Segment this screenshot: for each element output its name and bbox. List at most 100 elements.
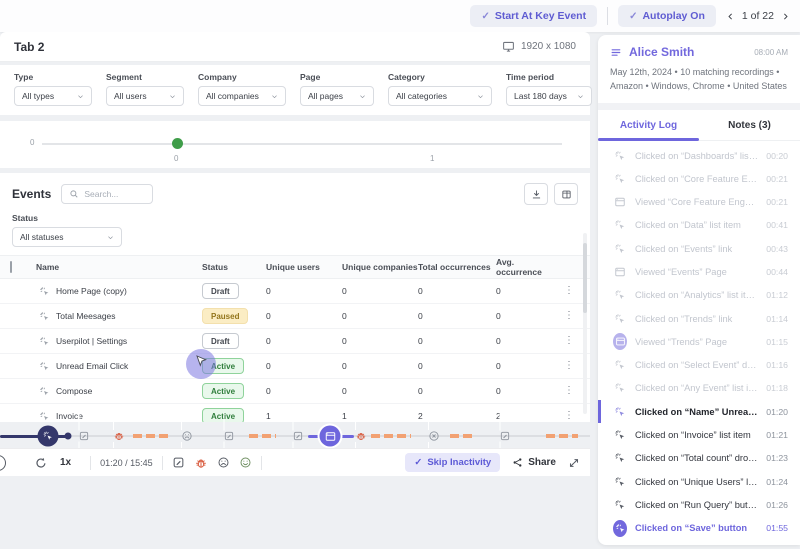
chart-baseline [42, 143, 562, 145]
activity-label: Clicked on “Analytics” list item [635, 290, 758, 300]
manage-columns-button[interactable] [554, 183, 578, 205]
activity-label: Clicked on “Save” button [635, 523, 758, 533]
session-list-icon[interactable] [610, 46, 623, 59]
activity-log-item[interactable]: Viewed “Events” Page 00:44 [598, 260, 800, 283]
previous-recording-icon[interactable] [726, 12, 735, 21]
table-row[interactable]: Compose Active 0 0 0 0 ⋮ [0, 379, 590, 404]
skip-inactivity-toggle[interactable]: ✓ Skip Inactivity [405, 453, 500, 472]
playback-timeline[interactable] [0, 424, 590, 448]
category-select[interactable]: All categories [388, 86, 492, 106]
current-event-marker[interactable] [320, 426, 341, 447]
unique-companies-value: 0 [342, 311, 418, 321]
cursor-click-icon [613, 172, 627, 186]
replay-10s-button[interactable] [34, 456, 48, 470]
row-menu-button[interactable]: ⋮ [558, 361, 580, 371]
column-name: Name [36, 262, 202, 272]
table-row[interactable]: Home Page (copy) Draft 0 0 0 0 ⋮ [0, 279, 590, 304]
time-period-select[interactable]: Last 180 days [506, 86, 592, 106]
check-icon: ✓ [414, 457, 422, 468]
row-menu-button[interactable]: ⋮ [558, 286, 580, 296]
activity-log-item[interactable]: Clicked on “Data” list item 00:41 [598, 214, 800, 237]
data-point-marker[interactable] [172, 138, 183, 149]
session-start-time: 08:00 AM [754, 48, 788, 57]
activity-log-item[interactable]: Clicked on “Select Event” dropdown 01:16 [598, 354, 800, 377]
row-menu-button[interactable]: ⋮ [558, 411, 580, 421]
unique-users-value: 0 [266, 361, 342, 371]
page-view-icon [613, 195, 627, 209]
start-at-key-event-button[interactable]: ✓ Start At Key Event [470, 5, 597, 27]
select-all-checkbox[interactable] [10, 261, 12, 273]
playhead-marker[interactable] [38, 426, 59, 447]
tab-activity-log[interactable]: Activity Log [598, 110, 699, 140]
select-value: All statuses [20, 232, 63, 242]
activity-log-item[interactable]: Viewed “Core Feature Engagment” 00:21 [598, 190, 800, 213]
table-row[interactable]: Userpilot | Settings Draft 0 0 0 0 ⋮ [0, 329, 590, 354]
activity-timestamp: 01:24 [766, 477, 788, 487]
activity-timestamp: 01:21 [766, 430, 788, 440]
row-menu-button[interactable]: ⋮ [558, 311, 580, 321]
errors-toggle-button[interactable] [194, 456, 208, 470]
segment-select[interactable]: All users [106, 86, 184, 106]
events-search[interactable] [61, 184, 153, 204]
page-select[interactable]: All pages [300, 86, 374, 106]
filter-label: Page [300, 72, 374, 82]
next-recording-icon[interactable] [781, 12, 790, 21]
activity-log-item[interactable]: Clicked on “Any Event” list item 01:18 [598, 377, 800, 400]
columns-icon [561, 189, 572, 200]
type-select[interactable]: All types [14, 86, 92, 106]
status-filter: Status All statuses [0, 211, 590, 255]
table-row[interactable]: Total Meesages Paused 0 0 0 0 ⋮ [0, 304, 590, 329]
event-dot-marker[interactable] [65, 433, 72, 440]
activity-label: Clicked on “Trends” link [635, 314, 758, 324]
total-occurrences-value: 0 [418, 336, 496, 346]
activity-log-item[interactable]: Clicked on “Unique Users” list item 01:2… [598, 470, 800, 493]
cursor-click-icon [613, 428, 627, 442]
user-name-link[interactable]: Alice Smith [629, 45, 748, 59]
activity-log-item-current[interactable]: Clicked on “Name” Unread Email C... 01:2… [598, 400, 800, 423]
fullscreen-button[interactable] [568, 457, 580, 469]
tab-notes[interactable]: Notes (3) [699, 110, 800, 140]
activity-log-item[interactable]: Clicked on “Core Feature Engagem... 00:2… [598, 167, 800, 190]
filter-label: Type [14, 72, 92, 82]
event-name: Home Page (copy) [56, 286, 127, 296]
search-input[interactable] [84, 189, 144, 199]
select-value: All users [114, 91, 147, 101]
row-menu-button[interactable]: ⋮ [558, 386, 580, 396]
table-scrollbar[interactable] [583, 233, 587, 414]
filter-company: Company All companies [198, 72, 286, 106]
delight-toggle-button[interactable] [239, 456, 252, 469]
inactivity-segment [249, 434, 276, 438]
table-row[interactable]: Unread Email Click Active 0 0 0 0 ⋮ [0, 354, 590, 379]
activity-log-item[interactable]: Viewed “Trends” Page 01:15 [598, 330, 800, 353]
sidebar-tabs: Activity Log Notes (3) [598, 110, 800, 141]
status-select[interactable]: All statuses [12, 227, 122, 247]
activity-log-item[interactable]: Clicked on “Save” button 01:55 [598, 517, 800, 540]
activity-log-item[interactable]: Clicked on “Run Query” button 01:26 [598, 493, 800, 516]
add-note-button[interactable] [172, 456, 185, 469]
activity-log-item[interactable]: Clicked on “Total count” dropdown 01:23 [598, 447, 800, 470]
share-button[interactable]: Share [512, 457, 556, 468]
status-badge: Draft [202, 283, 239, 299]
activity-log-item[interactable]: Clicked on “Trends” link 01:14 [598, 307, 800, 330]
top-toolbar: ✓ Start At Key Event ✓ Autoplay On 1 of … [0, 0, 800, 32]
autoplay-toggle-button[interactable]: ✓ Autoplay On [618, 5, 716, 27]
row-menu-button[interactable]: ⋮ [558, 336, 580, 346]
inactivity-segment [371, 434, 411, 438]
cursor-click-icon [613, 149, 627, 163]
activity-label: Clicked on “Total count” dropdown [635, 453, 758, 463]
frustration-toggle-button[interactable] [217, 456, 230, 469]
activity-log-item[interactable]: Clicked on “Analytics” list item 01:12 [598, 284, 800, 307]
inactivity-segment [133, 434, 171, 438]
playback-speed-button[interactable]: 1x [60, 457, 71, 468]
total-occurrences-value: 0 [418, 361, 496, 371]
filter-type: Type All types [14, 72, 92, 106]
download-icon [531, 189, 542, 200]
activity-log-item[interactable]: Clicked on “Events” link 00:43 [598, 237, 800, 260]
download-button[interactable] [524, 183, 548, 205]
activity-log-item[interactable]: Clicked on “Dashboards” list item 00:20 [598, 144, 800, 167]
activity-label: Clicked on “Core Feature Engagem... [635, 174, 758, 184]
activity-log-item[interactable]: Clicked on “Invoice” list item 01:21 [598, 423, 800, 446]
company-select[interactable]: All companies [198, 86, 286, 106]
play-pause-button[interactable] [0, 455, 6, 471]
session-header: Alice Smith 08:00 AM May 12th, 2024 • 10… [598, 35, 800, 103]
